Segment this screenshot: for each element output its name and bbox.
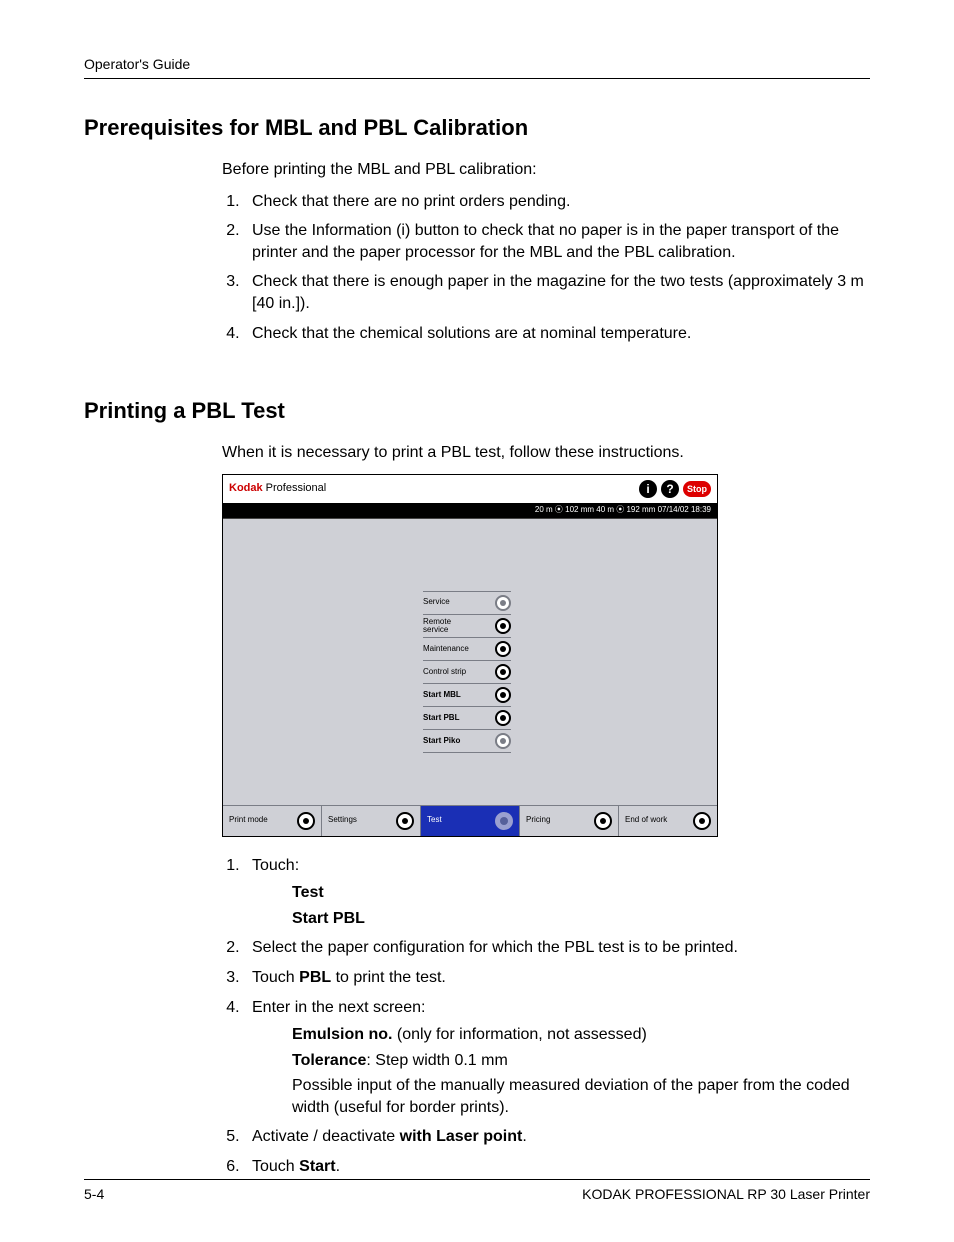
device-bottombar: Print mode Settings Test Pricing End of work (223, 805, 717, 836)
footer-product: KODAK PROFESSIONAL RP 30 Laser Printer (582, 1186, 870, 1202)
device-menu-label: Control strip (423, 668, 466, 676)
page-footer: 5-4 KODAK PROFESSIONAL RP 30 Laser Print… (84, 1179, 870, 1202)
device-bottom-label: End of work (625, 815, 667, 826)
radio-knob-icon[interactable] (495, 710, 511, 726)
device-bottom-tab[interactable]: Settings (322, 806, 421, 836)
device-menu-label: Maintenance (423, 645, 469, 653)
pbl-intro: When it is necessary to print a PBL test… (222, 442, 870, 464)
step4-tolerance-rest: : Step width 0.1 mm (366, 1052, 507, 1069)
radio-knob-icon[interactable] (495, 618, 511, 634)
device-menu-label: Remote service (423, 618, 475, 635)
radio-knob-icon[interactable] (495, 641, 511, 657)
step1-sub-test: Test (292, 882, 870, 904)
radio-knob-icon[interactable] (495, 812, 513, 830)
list-item: Touch Start. (244, 1156, 870, 1178)
step3-bold: PBL (299, 969, 331, 986)
page-number: 5-4 (84, 1186, 104, 1202)
step6-bold: Start (299, 1158, 335, 1175)
device-menu-item[interactable]: Maintenance (423, 637, 511, 660)
radio-knob-icon[interactable] (495, 664, 511, 680)
radio-knob-icon[interactable] (495, 687, 511, 703)
radio-knob-icon[interactable] (297, 812, 315, 830)
step4-lead: Enter in the next screen: (252, 999, 425, 1016)
stop-button[interactable]: Stop (683, 481, 711, 497)
device-topbar: Kodak Professional i ? Stop (223, 475, 717, 503)
list-item: Touch PBL to print the test. (244, 967, 870, 989)
list-item: Check that the chemical solutions are at… (244, 323, 870, 345)
info-icon[interactable]: i (639, 480, 657, 498)
device-menu-item[interactable]: Start MBL (423, 683, 511, 706)
step3-post: to print the test. (331, 969, 446, 986)
step4-emulsion-bold: Emulsion no. (292, 1026, 392, 1043)
radio-knob-icon[interactable] (594, 812, 612, 830)
device-menu-label: Start MBL (423, 691, 461, 699)
list-item: Check that there is enough paper in the … (244, 271, 870, 314)
list-item: Enter in the next screen: Emulsion no. (… (244, 997, 870, 1119)
radio-knob-icon[interactable] (495, 595, 511, 611)
radio-knob-icon[interactable] (693, 812, 711, 830)
step3-pre: Touch (252, 969, 299, 986)
section-title-prereq: Prerequisites for MBL and PBL Calibratio… (84, 115, 870, 141)
device-menu-label: Start Piko (423, 737, 460, 745)
radio-knob-icon[interactable] (495, 733, 511, 749)
device-bottom-tab[interactable]: End of work (619, 806, 717, 836)
brand-kodak: Kodak (229, 482, 263, 494)
step6-pre: Touch (252, 1158, 299, 1175)
device-menu-item[interactable]: Start Piko (423, 729, 511, 753)
step5-bold: with Laser point (400, 1128, 523, 1145)
device-bottom-label: Print mode (229, 815, 268, 826)
radio-knob-icon[interactable] (396, 812, 414, 830)
help-icon[interactable]: ? (661, 480, 679, 498)
step4-tolerance-note: Possible input of the manually measured … (292, 1075, 870, 1118)
device-bottom-label: Pricing (526, 815, 550, 826)
device-menu-label: Service (423, 598, 450, 606)
step5-pre: Activate / deactivate (252, 1128, 400, 1145)
running-head: Operator's Guide (84, 56, 870, 79)
list-item: Activate / deactivate with Laser point. (244, 1126, 870, 1148)
device-menu-item[interactable]: Service (423, 591, 511, 614)
step5-post: . (522, 1128, 526, 1145)
step4-emulsion-rest: (only for information, not assessed) (392, 1026, 646, 1043)
device-brand: Kodak Professional (229, 481, 326, 496)
step6-post: . (336, 1158, 340, 1175)
device-menu-item[interactable]: Control strip (423, 660, 511, 683)
brand-pro: Professional (263, 482, 327, 494)
device-menu-item[interactable]: Start PBL (423, 706, 511, 729)
list-item: Select the paper configuration for which… (244, 937, 870, 959)
prereq-list: Check that there are no print orders pen… (222, 191, 870, 345)
list-item: Use the Information (i) button to check … (244, 220, 870, 263)
step4-tolerance-bold: Tolerance (292, 1052, 366, 1069)
device-bottom-label: Settings (328, 815, 357, 826)
section-title-pbl: Printing a PBL Test (84, 398, 870, 424)
device-screenshot: Kodak Professional i ? Stop 20 m ⦿ 102 m… (222, 474, 718, 837)
device-bottom-tab[interactable]: Test (421, 806, 520, 836)
device-menu-item[interactable]: Remote service (423, 614, 511, 638)
device-statusbar: 20 m ⦿ 102 mm 40 m ⦿ 192 mm 07/14/02 18:… (223, 503, 717, 519)
step1-lead: Touch: (252, 857, 299, 874)
device-bottom-tab[interactable]: Pricing (520, 806, 619, 836)
prereq-intro: Before printing the MBL and PBL calibrat… (222, 159, 870, 181)
device-main-area: Service Remote service Maintenance Control … (223, 519, 717, 805)
device-bottom-tab[interactable]: Print mode (223, 806, 322, 836)
step1-sub-startpbl: Start PBL (292, 908, 870, 930)
list-item: Check that there are no print orders pen… (244, 191, 870, 213)
device-bottom-label: Test (427, 815, 442, 826)
list-item: Touch: Test Start PBL (244, 855, 870, 930)
device-menu-label: Start PBL (423, 714, 459, 722)
pbl-steps: Touch: Test Start PBL Select the paper c… (222, 855, 870, 1178)
